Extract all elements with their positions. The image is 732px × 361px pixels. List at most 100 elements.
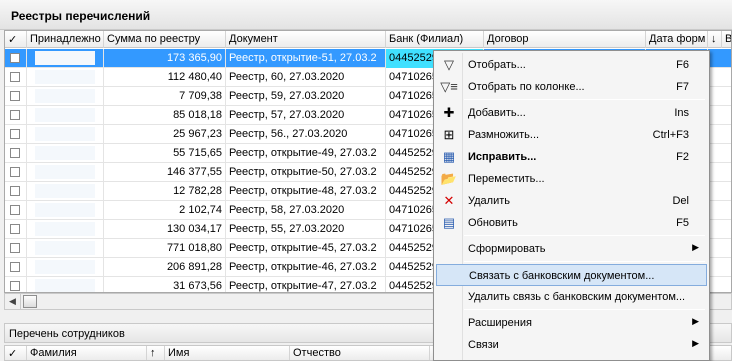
row-checkbox[interactable] (10, 53, 20, 63)
menu-item[interactable]: 📂 Переместить... (436, 168, 707, 190)
owner-cell (27, 201, 104, 220)
filter-icon: ▽ (444, 57, 454, 72)
owner-cell (27, 49, 104, 68)
column-header-date[interactable]: Дата форм (646, 31, 708, 48)
menu-item[interactable]: ✕ Удалить Del (436, 190, 707, 212)
column-header-document[interactable]: Документ (226, 31, 386, 48)
row-checkbox-cell[interactable] (5, 125, 27, 144)
row-checkbox-cell[interactable] (5, 182, 27, 201)
sum-cell: 31 673,56 (104, 277, 226, 292)
row-checkbox[interactable] (10, 186, 20, 196)
registry-panel-title: Реестры перечислений (0, 0, 732, 30)
owner-cell (27, 277, 104, 292)
scroll-left-icon[interactable]: ◀ (5, 294, 21, 309)
menu-item[interactable]: Сформировать ▶ (436, 238, 707, 260)
scroll-thumb[interactable] (23, 295, 37, 308)
row-checkbox[interactable] (10, 243, 20, 253)
row-checkbox[interactable] (10, 281, 20, 291)
duplicate-icon: ⊞ (443, 127, 455, 142)
column-header-extra[interactable]: B (722, 31, 731, 48)
menu-item-shortcut: F5 (676, 217, 689, 229)
employees-column-lastname[interactable]: Фамилия (27, 346, 147, 360)
row-checkbox[interactable] (10, 110, 20, 120)
redacted-owner (35, 222, 95, 236)
row-checkbox[interactable] (10, 72, 20, 82)
document-cell: Реестр, открытие-48, 27.03.2 (226, 182, 386, 201)
row-checkbox[interactable] (10, 148, 20, 158)
menu-item[interactable]: Об...▶ (436, 356, 707, 361)
menu-item-label: Размножить... (468, 129, 540, 141)
column-header-owner[interactable]: Принадлежно (27, 31, 104, 48)
row-checkbox-cell[interactable] (5, 49, 27, 68)
menu-item[interactable]: ⊞ Размножить... Ctrl+F3 (436, 124, 707, 146)
owner-cell (27, 258, 104, 277)
sum-cell: 55 715,65 (104, 144, 226, 163)
menu-item[interactable]: ▦ Исправить... F2 (436, 146, 707, 168)
document-cell: Реестр, открытие-50, 27.03.2 (226, 163, 386, 182)
row-checkbox[interactable] (10, 167, 20, 177)
document-cell: Реестр, 60, 27.03.2020 (226, 68, 386, 87)
redacted-owner (35, 70, 95, 84)
row-checkbox[interactable] (10, 205, 20, 215)
menu-item[interactable]: Расширения ▶ (436, 312, 707, 334)
row-checkbox-cell[interactable] (5, 201, 27, 220)
owner-cell (27, 106, 104, 125)
menu-item[interactable]: ✚ Добавить... Ins (436, 102, 707, 124)
menu-item[interactable]: ▽≡ Отобрать по колонке... F7 (436, 76, 707, 98)
owner-cell (27, 68, 104, 87)
document-cell: Реестр, 57, 27.03.2020 (226, 106, 386, 125)
row-checkbox-cell[interactable] (5, 220, 27, 239)
menu-item[interactable]: Связать с банковским документом... (436, 264, 707, 286)
menu-item[interactable]: ▽ Отобрать... F6 (436, 54, 707, 76)
menu-item[interactable]: Удалить связь с банковским документом... (436, 286, 707, 308)
row-checkbox[interactable] (10, 91, 20, 101)
menu-item[interactable]: Связи ▶ (436, 334, 707, 356)
row-checkbox-cell[interactable] (5, 163, 27, 182)
column-header-check[interactable]: ✓ (5, 31, 27, 48)
column-header-bank[interactable]: Банк (Филиал) (386, 31, 484, 48)
menu-item-shortcut: Ins (674, 107, 689, 119)
document-cell: Реестр, 56., 27.03.2020 (226, 125, 386, 144)
column-header-contract[interactable]: Договор (484, 31, 646, 48)
row-checkbox[interactable] (10, 129, 20, 139)
row-checkbox-cell[interactable] (5, 258, 27, 277)
row-checkbox-cell[interactable] (5, 277, 27, 292)
document-cell: Реестр, открытие-47, 27.03.2 (226, 277, 386, 292)
document-cell: Реестр, 59, 27.03.2020 (226, 87, 386, 106)
employees-column-firstname[interactable]: Имя (165, 346, 290, 360)
submenu-arrow-icon: ▶ (692, 316, 699, 326)
filter-column-icon: ▽≡ (440, 79, 458, 94)
redacted-owner (35, 89, 95, 103)
sum-cell: 173 365,90 (104, 49, 226, 68)
employees-column-check[interactable]: ✓ (5, 346, 27, 360)
sort-asc-icon: ↑ (147, 346, 165, 360)
menu-separator (464, 309, 705, 310)
redacted-owner (35, 184, 95, 198)
refresh-icon: ▤ (442, 215, 456, 230)
row-checkbox-cell[interactable] (5, 106, 27, 125)
sort-desc-icon: ↓ (708, 31, 722, 48)
menu-item-shortcut: F6 (676, 59, 689, 71)
menu-item-label: Исправить... (468, 151, 537, 163)
row-checkbox-cell[interactable] (5, 144, 27, 163)
redacted-owner (35, 241, 95, 255)
employees-column-patronymic[interactable]: Отчество (290, 346, 430, 360)
row-checkbox-cell[interactable] (5, 68, 27, 87)
add-icon: ✚ (443, 105, 455, 120)
document-cell: Реестр, 58, 27.03.2020 (226, 201, 386, 220)
row-checkbox-cell[interactable] (5, 87, 27, 106)
menu-item[interactable]: ▤ Обновить F5 (436, 212, 707, 234)
menu-item-label: Переместить... (468, 173, 545, 185)
redacted-owner (35, 51, 95, 65)
column-header-sum[interactable]: Сумма по реестру (104, 31, 226, 48)
menu-item-label: Удалить (468, 195, 510, 207)
row-checkbox-cell[interactable] (5, 239, 27, 258)
document-cell: Реестр, открытие-46, 27.03.2 (226, 258, 386, 277)
menu-item-label: Сформировать (468, 243, 546, 255)
row-checkbox[interactable] (10, 262, 20, 272)
document-cell: Реестр, открытие-51, 27.03.2 (226, 49, 386, 68)
sum-cell: 7 709,38 (104, 87, 226, 106)
submenu-arrow-icon: ▶ (692, 338, 699, 348)
menu-separator (464, 261, 705, 262)
row-checkbox[interactable] (10, 224, 20, 234)
